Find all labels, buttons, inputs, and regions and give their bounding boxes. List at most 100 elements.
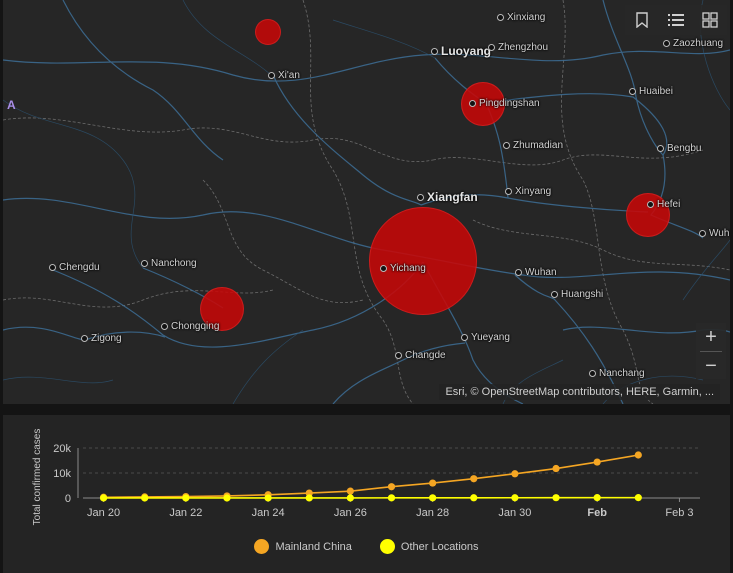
- city-label: Wuhu: [699, 228, 730, 239]
- cases-line-chart: 20k 10k 0 Jan 20 Jan 22 Jan 24 Jan 26 Jan 28 Jan…: [32, 429, 700, 525]
- city-name: Luoyang: [441, 44, 491, 58]
- y-tick-label: 10k: [53, 468, 71, 480]
- legend-item[interactable]: Mainland China: [254, 539, 352, 554]
- layer-list-icon[interactable]: [664, 8, 688, 32]
- data-point: [593, 494, 601, 502]
- data-point: [552, 464, 560, 473]
- x-tick-label: Feb: [587, 507, 607, 519]
- data-point: [182, 494, 190, 502]
- city-name: Bengbu: [667, 143, 702, 154]
- city-label: Bengbu: [657, 143, 701, 154]
- data-point: [141, 494, 149, 502]
- legend-label: Other Locations: [400, 540, 479, 553]
- city-dot-icon: [417, 194, 424, 202]
- city-dot-icon: [268, 71, 275, 79]
- data-point: [387, 494, 396, 502]
- data-point: [99, 494, 108, 502]
- data-point: [470, 494, 478, 502]
- x-tick-label: Jan 24: [252, 507, 285, 519]
- city-dot-icon: [503, 141, 510, 149]
- city-label: Changde: [395, 350, 446, 361]
- city-label: Xi'an: [268, 70, 300, 81]
- data-point: [264, 494, 272, 502]
- y-tick-label: 20k: [53, 443, 71, 455]
- city-label: Zhumadian: [503, 140, 563, 151]
- city-name: Pingdingshan: [479, 98, 540, 109]
- city-label: Huaibei: [629, 86, 673, 97]
- city-dot-icon: [469, 99, 476, 107]
- map-edge-label: A: [7, 98, 16, 112]
- city-name: Chengdu: [59, 262, 100, 273]
- map-view[interactable]: Xinxiang Luoyang Zhengzhou Zaozhuang Xi'an Pi…: [3, 0, 730, 404]
- data-point: [552, 494, 560, 502]
- city-label: Xinyang: [505, 186, 551, 197]
- city-label: Hefei: [647, 199, 680, 210]
- city-label: Chengdu: [49, 262, 100, 273]
- map-attribution[interactable]: Esri, © OpenStreetMap contributors, HERE…: [439, 384, 720, 400]
- city-dot-icon: [395, 351, 402, 359]
- city-dot-icon: [461, 333, 468, 341]
- city-name: Zhumadian: [513, 140, 564, 151]
- city-label: Wuhan: [515, 267, 557, 278]
- city-dot-icon: [431, 48, 438, 56]
- data-point: [470, 475, 478, 483]
- city-dot-icon: [49, 263, 56, 271]
- city-name: Changde: [405, 350, 446, 361]
- city-label: Yichang: [380, 263, 426, 274]
- chart-legend: Mainland China Other Locations: [3, 539, 730, 554]
- city-name: Wuhan: [525, 267, 557, 278]
- city-name: Wuhu: [709, 228, 730, 239]
- data-point: [346, 494, 354, 502]
- city-label: Zigong: [81, 333, 122, 344]
- case-bubble-xian-north[interactable]: [255, 19, 281, 45]
- data-point: [387, 483, 396, 491]
- city-dot-icon: [81, 334, 88, 342]
- legend-item[interactable]: Other Locations: [379, 539, 479, 554]
- series-line-0: [103, 454, 639, 499]
- map-toolbar: [625, 5, 727, 35]
- city-label: Xinxiang: [497, 12, 545, 23]
- city-dot-icon: [488, 43, 495, 51]
- chart-tick-labels: 20k 10k 0 Jan 20 Jan 22 Jan 24 Jan 26 Jan 28 Jan…: [53, 443, 693, 519]
- zoom-in-button[interactable]: +: [696, 323, 726, 351]
- city-name: Yichang: [390, 263, 426, 274]
- chart-panel: 20k 10k 0 Jan 20 Jan 22 Jan 24 Jan 26 Jan 28 Jan…: [3, 415, 730, 573]
- city-dot-icon: [497, 13, 504, 21]
- city-name: Nanchang: [599, 368, 645, 379]
- data-point: [429, 479, 437, 487]
- city-dot-icon: [699, 229, 706, 237]
- city-dot-icon: [657, 144, 664, 152]
- city-label: Xiangfan: [417, 190, 478, 204]
- basemap-gallery-icon[interactable]: [698, 8, 722, 32]
- city-label: Zhengzhou: [488, 42, 548, 53]
- data-point: [511, 494, 519, 502]
- city-label: Zaozhuang: [663, 38, 723, 49]
- data-point: [634, 451, 642, 459]
- case-bubble-yichang[interactable]: [369, 207, 477, 315]
- city-name: Xi'an: [278, 70, 300, 81]
- zoom-out-button[interactable]: −: [696, 352, 726, 380]
- data-point: [429, 494, 437, 502]
- legend-label: Mainland China: [275, 540, 352, 553]
- city-name: Zhengzhou: [498, 42, 549, 53]
- city-name: Hefei: [657, 199, 681, 210]
- city-name: Chongqing: [171, 321, 220, 332]
- bookmark-icon[interactable]: [630, 8, 654, 32]
- legend-swatch-icon: [379, 539, 395, 554]
- city-dot-icon: [141, 259, 148, 267]
- chart-grid: [83, 447, 700, 499]
- x-tick-label: Jan 22: [169, 507, 202, 519]
- city-dot-icon: [629, 87, 636, 95]
- data-point: [634, 494, 642, 502]
- x-tick-label: Jan 20: [87, 507, 120, 519]
- city-dot-icon: [663, 39, 670, 47]
- city-name: Nanchong: [151, 258, 197, 269]
- city-label: Yueyang: [461, 332, 510, 343]
- city-dot-icon: [380, 264, 387, 272]
- city-name: Xinyang: [515, 186, 552, 197]
- city-name: Huaibei: [639, 86, 673, 97]
- x-tick-label: Jan 28: [416, 507, 449, 519]
- city-name: Zaozhuang: [673, 38, 724, 49]
- city-dot-icon: [161, 322, 168, 330]
- city-name: Xiangfan: [427, 190, 478, 204]
